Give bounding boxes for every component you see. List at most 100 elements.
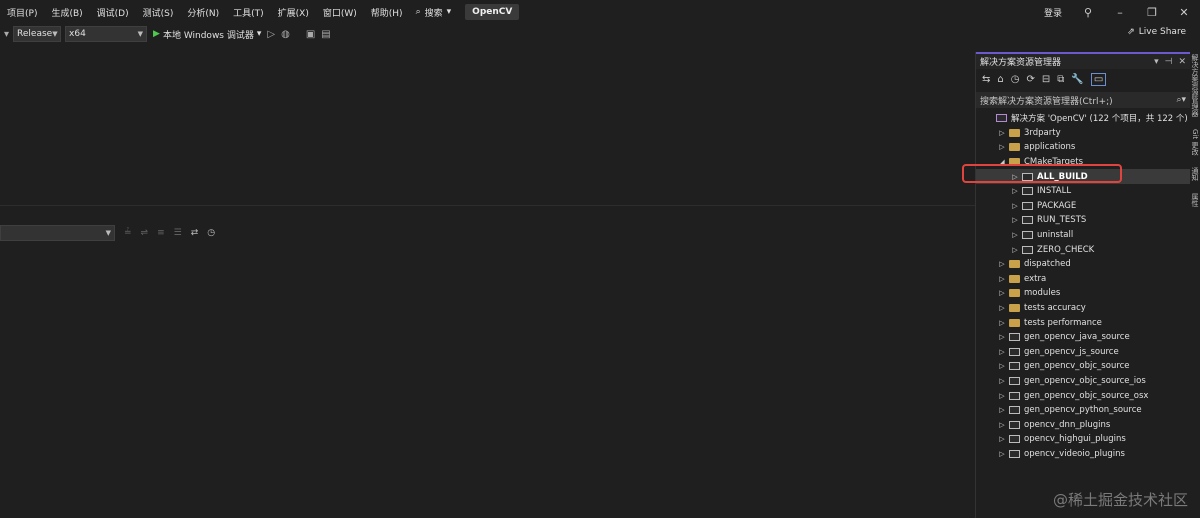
side-tab-git-changes[interactable]: Git 更改 xyxy=(1190,129,1200,155)
tree-item[interactable]: ▷ opencv_videoio_plugins xyxy=(976,447,1190,462)
word-wrap-icon[interactable]: ⇄ xyxy=(191,228,199,238)
solution-configs-icon[interactable]: ▣ xyxy=(306,29,315,40)
collapsed-arrow-icon[interactable]: ▷ xyxy=(997,406,1007,414)
tree-item[interactable]: ▷ opencv_dnn_plugins xyxy=(976,417,1190,432)
menu-test[interactable]: 测试(S) xyxy=(136,6,181,19)
menu-extensions[interactable]: 扩展(X) xyxy=(271,6,316,19)
collapsed-arrow-icon[interactable]: ▷ xyxy=(997,289,1007,297)
start-without-debug-icon[interactable]: ▷ xyxy=(267,29,275,40)
tree-item[interactable]: ▷ tests performance xyxy=(976,315,1190,330)
collapsed-arrow-icon[interactable]: ▷ xyxy=(997,450,1007,458)
live-share-button[interactable]: ⇗ Live Share xyxy=(1127,27,1186,37)
tree-item[interactable]: ▷ applications xyxy=(976,140,1190,155)
clear-all-icon[interactable]: ≡ xyxy=(157,228,165,238)
menu-help[interactable]: 帮助(H) xyxy=(364,6,410,19)
side-tab-solution-explorer[interactable]: 解决方案资源管理器 xyxy=(1190,54,1200,117)
platform-select[interactable]: x64 ▼ xyxy=(65,26,148,42)
collapsed-arrow-icon[interactable]: ▷ xyxy=(997,362,1007,370)
tree-item[interactable]: ▷ extra xyxy=(976,272,1190,287)
collapsed-arrow-icon[interactable]: ▷ xyxy=(1010,202,1020,210)
tree-item[interactable]: ▷ gen_opencv_python_source xyxy=(976,403,1190,418)
collapsed-arrow-icon[interactable]: ▷ xyxy=(997,304,1007,312)
config-select[interactable]: Release ▼ xyxy=(13,26,62,42)
folder-icon xyxy=(1009,289,1020,298)
collapsed-arrow-icon[interactable]: ▷ xyxy=(997,377,1007,385)
preview-selected-icon[interactable]: ▭ xyxy=(1090,72,1107,86)
menu-project[interactable]: 项目(P) xyxy=(0,6,44,19)
hot-reload-icon[interactable]: ◍ xyxy=(281,29,290,40)
tree-item[interactable]: ▷ gen_opencv_objc_source_ios xyxy=(976,374,1190,389)
output-source-select[interactable]: ▼ xyxy=(0,225,115,241)
find-next-icon[interactable]: ⇌ xyxy=(141,228,149,238)
tree-item[interactable]: ▷ tests accuracy xyxy=(976,301,1190,316)
tree-item[interactable]: ▷ opencv_highgui_plugins xyxy=(976,432,1190,447)
project-icon xyxy=(1009,362,1020,371)
collapsed-arrow-icon[interactable]: ▷ xyxy=(1010,216,1020,224)
collapsed-arrow-icon[interactable]: ▷ xyxy=(997,435,1007,443)
menu-build[interactable]: 生成(B) xyxy=(44,6,89,19)
close-icon[interactable]: ✕ xyxy=(1178,57,1186,67)
minimize-icon[interactable]: – xyxy=(1104,6,1136,19)
collapsed-arrow-icon[interactable]: ▷ xyxy=(997,348,1007,356)
menu-debug[interactable]: 调试(D) xyxy=(90,6,136,19)
start-debug-button[interactable]: ▶ 本地 Windows 调试器 ▾ xyxy=(153,28,261,41)
properties-wrench-icon[interactable]: 🔧 xyxy=(1071,74,1083,85)
collapsed-arrow-icon[interactable]: ▷ xyxy=(997,421,1007,429)
toggle-wrap-icon[interactable]: ☰ xyxy=(174,228,182,238)
tree-item[interactable]: ▷ dispatched xyxy=(976,257,1190,272)
collapse-all-icon[interactable]: ⊟ xyxy=(1042,74,1050,85)
menu-analyze[interactable]: 分析(N) xyxy=(180,6,226,19)
panel-divider[interactable] xyxy=(0,205,975,206)
window-layout-icon[interactable]: ▤ xyxy=(321,29,330,40)
tree-item[interactable]: ▷ ZERO_CHECK xyxy=(976,242,1190,257)
find-prev-icon[interactable]: ≟ xyxy=(124,228,132,238)
pin-icon[interactable]: ⊣ xyxy=(1165,57,1173,67)
menu-tools[interactable]: 工具(T) xyxy=(226,6,271,19)
window-position-icon[interactable]: ▾ xyxy=(1154,57,1159,67)
collapsed-arrow-icon[interactable]: ▷ xyxy=(1010,231,1020,239)
tree-item[interactable]: ▷ gen_opencv_js_source xyxy=(976,345,1190,360)
tree-item-label: gen_opencv_js_source xyxy=(1024,346,1119,357)
search-button[interactable]: ⌕ 搜索 ▾ xyxy=(416,6,452,19)
project-icon xyxy=(1009,435,1020,444)
collapsed-arrow-icon[interactable]: ▷ xyxy=(997,392,1007,400)
collapsed-arrow-icon[interactable]: ▷ xyxy=(1010,187,1020,195)
solution-explorer-title: 解决方案资源管理器 xyxy=(980,58,1062,68)
feedback-icon[interactable]: ⚲ xyxy=(1072,6,1104,19)
collapsed-arrow-icon[interactable]: ▷ xyxy=(997,260,1007,268)
tree-item[interactable]: ▷ RUN_TESTS xyxy=(976,213,1190,228)
collapsed-arrow-icon[interactable]: ▷ xyxy=(997,143,1007,151)
collapsed-arrow-icon[interactable]: ▷ xyxy=(997,333,1007,341)
project-icon xyxy=(1009,420,1020,429)
history-icon[interactable]: ◷ xyxy=(1011,74,1020,85)
side-tab-notifications[interactable]: 通知 xyxy=(1190,167,1200,181)
close-icon[interactable]: ✕ xyxy=(1168,6,1200,19)
menu-window[interactable]: 窗口(W) xyxy=(316,6,364,19)
tree-item[interactable]: ▷ uninstall xyxy=(976,228,1190,243)
tree-item[interactable]: ▷ PACKAGE xyxy=(976,199,1190,214)
tree-item[interactable]: ▷ 3rdparty xyxy=(976,126,1190,141)
sync-icon[interactable]: ⇆ xyxy=(982,74,990,85)
chevron-down-icon: ▼ xyxy=(105,229,111,237)
login-link[interactable]: 登录 xyxy=(1044,6,1062,19)
restore-icon[interactable]: ❐ xyxy=(1136,6,1168,19)
clock-icon[interactable]: ◷ xyxy=(207,228,215,238)
refresh-icon[interactable]: ⟳ xyxy=(1026,74,1034,85)
tree-item[interactable]: ▷ gen_opencv_java_source xyxy=(976,330,1190,345)
collapsed-arrow-icon[interactable]: ▷ xyxy=(997,275,1007,283)
tree-item-label: gen_opencv_java_source xyxy=(1024,332,1130,343)
toolbar: ▾ Release ▼ x64 ▼ ▶ 本地 Windows 调试器 ▾ ▷ ◍… xyxy=(0,24,1200,44)
collapsed-arrow-icon[interactable]: ▷ xyxy=(997,129,1007,137)
solution-root-node[interactable]: 解决方案 'OpenCV' (122 个项目，共 122 个) xyxy=(976,111,1190,126)
home-icon[interactable]: ⌂ xyxy=(997,74,1003,85)
solution-search-input[interactable]: 搜索解决方案资源管理器(Ctrl+;) ⌕▾ xyxy=(976,92,1190,108)
side-tab-properties[interactable]: 属性 xyxy=(1190,193,1200,207)
tree-item[interactable]: ▷ modules xyxy=(976,286,1190,301)
collapsed-arrow-icon[interactable]: ▷ xyxy=(1010,246,1020,254)
tree-item[interactable]: ▷ INSTALL xyxy=(976,184,1190,199)
collapsed-arrow-icon[interactable]: ▷ xyxy=(997,319,1007,327)
project-icon xyxy=(1022,231,1033,240)
tree-item[interactable]: ▷ gen_opencv_objc_source_osx xyxy=(976,388,1190,403)
tree-item[interactable]: ▷ gen_opencv_objc_source xyxy=(976,359,1190,374)
show-all-files-icon[interactable]: ⧉ xyxy=(1057,74,1064,85)
